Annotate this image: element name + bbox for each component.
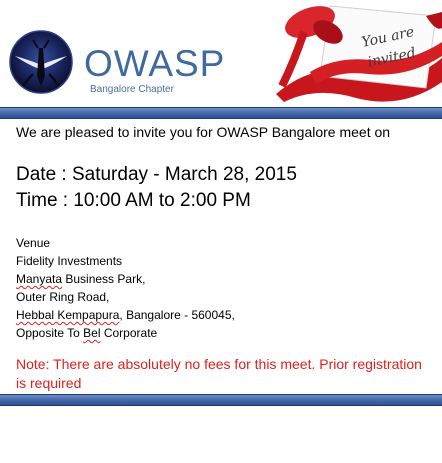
venue-line-5-word: Bel bbox=[83, 326, 101, 340]
venue-line-5: Opposite To Bel Corporate bbox=[16, 324, 235, 342]
venue-line-2: Manyata Business Park, bbox=[16, 270, 235, 288]
venue-line-4-rest: , Bangalore - 560045, bbox=[119, 308, 235, 322]
venue-line-5-b: Corporate bbox=[100, 326, 158, 340]
venue-line-2-word: Manyata bbox=[16, 272, 63, 286]
venue-line-4-word: Hebbal Kempapura bbox=[16, 308, 120, 322]
owasp-wasp-icon bbox=[9, 30, 73, 94]
event-time: Time : 10:00 AM to 2:00 PM bbox=[16, 190, 251, 211]
venue-address: Venue Fidelity Investments Manyata Busin… bbox=[16, 234, 235, 342]
top-divider-bar bbox=[0, 107, 442, 119]
owasp-logo-text: OWASP bbox=[84, 43, 226, 84]
venue-line-5-a: Opposite To bbox=[16, 326, 84, 340]
venue-line-4: Hebbal Kempapura, Bangalore - 560045, bbox=[16, 306, 235, 324]
venue-heading: Venue bbox=[16, 236, 51, 250]
you-are-invited-card: You are invited bbox=[276, 5, 442, 102]
venue-line-2-rest: Business Park, bbox=[62, 272, 146, 286]
fee-note: Note: There are absolutely no fees for t… bbox=[16, 356, 422, 391]
bottom-divider-bar bbox=[0, 394, 442, 406]
event-date: Date : Saturday - March 28, 2015 bbox=[16, 164, 297, 185]
chapter-label: Bangalore Chapter bbox=[90, 84, 174, 95]
invitation-header: OWASP Bangalore Chapter You are invited bbox=[0, 0, 442, 108]
intro-text: We are pleased to invite you for OWASP B… bbox=[16, 124, 391, 140]
venue-line-1: Fidelity Investments bbox=[16, 254, 123, 268]
venue-line-3: Outer Ring Road, bbox=[16, 290, 110, 304]
